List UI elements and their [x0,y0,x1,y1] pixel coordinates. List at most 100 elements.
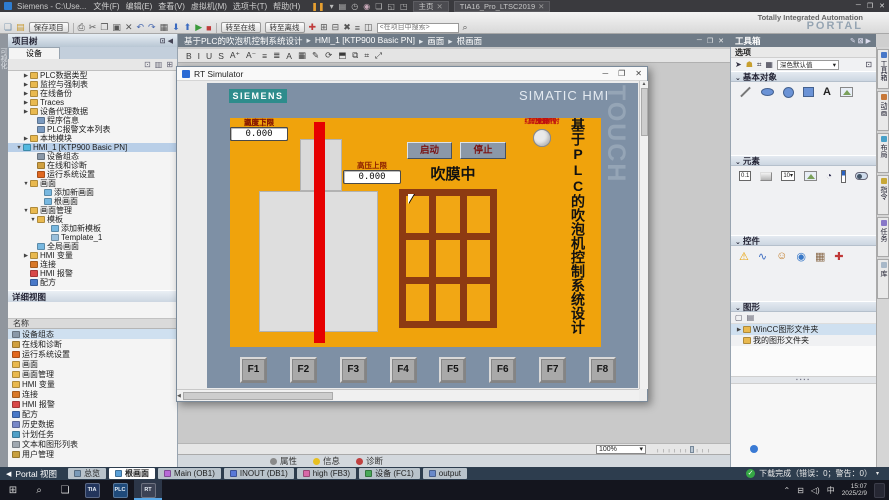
tree-item[interactable]: ▼ 画面管理 [8,206,177,215]
fit-view-icon[interactable] [750,445,758,453]
open-editor-tab[interactable]: INOUT (DB1) [224,468,294,479]
io-field-icon[interactable]: 0.1 [739,171,751,181]
rotate-icon[interactable]: ⟳ [325,50,332,61]
chevron-down-icon[interactable]: ▾ [876,470,879,477]
horizontal-scrollbar[interactable]: ◀ [177,389,639,401]
new-project-icon[interactable]: ❏ [4,22,12,33]
task-view-icon[interactable]: ❏ [52,485,78,496]
io-field-value[interactable]: 0.000 [230,127,288,141]
vm-tab[interactable]: TIA16_Pro_LTSC2019✕ [454,1,551,12]
plcsim-app[interactable]: PLC [106,480,134,500]
line-icon[interactable] [740,87,751,98]
expander-icon[interactable]: ▶ [735,327,743,333]
tree-item[interactable]: 根画面 [8,197,177,206]
tree-item[interactable]: 添加新模板 [8,224,177,233]
section-elements[interactable]: 元素 [731,155,876,166]
detail-row[interactable]: HMI 报警 [8,399,177,409]
breadcrumb-item[interactable]: 根画面 [444,35,482,47]
task-card-tab[interactable]: 任务 [877,217,889,257]
printer-icon[interactable]: ▤ [339,2,347,11]
window-split-icon[interactable]: ⊞ [320,22,328,33]
stop-icon[interactable]: ■ [206,23,211,33]
zoom-select[interactable]: 100%▾ [596,445,646,454]
function-key[interactable]: F3 [340,357,367,383]
go-offline-button[interactable]: 转至离线 [265,22,305,33]
delete-icon[interactable]: ✕ [125,22,133,33]
inspector-tab[interactable]: 信息 [313,455,340,467]
tree-item[interactable]: 添加新画面 [8,188,177,197]
circle-icon[interactable] [783,87,794,98]
align-icon[interactable]: ≡ [262,51,267,61]
inspector-tab[interactable]: 属性 [270,455,297,467]
expander-icon[interactable]: ▶ [22,109,30,115]
expander-icon[interactable]: ▶ [22,136,30,142]
tree-item[interactable]: ▶ HMI 变量 [8,251,177,260]
section-controls[interactable]: 控件 [731,235,876,246]
undo-icon[interactable]: ↶ [136,22,144,33]
html-browser-icon[interactable]: ◉ [796,250,806,263]
rt-simulator-titlebar[interactable]: RT Simulator ─ ❐ ✕ [177,67,647,81]
open-editor-tab[interactable]: Main (OB1) [158,468,221,479]
ellipse-icon[interactable] [761,88,774,96]
detail-row[interactable]: 用户管理 [8,449,177,459]
symbolic-io-icon[interactable]: 10▾ [781,171,795,181]
list-icon[interactable]: ≡ [355,23,360,33]
open-editor-tab[interactable]: high (FB3) [297,468,356,479]
style-mode-select[interactable]: 深色默认值▾ [777,60,839,70]
find-icon[interactable]: ⌕ [463,22,468,33]
expander-icon[interactable]: ▼ [22,181,30,187]
zoom-slider-knob[interactable] [690,446,694,453]
io-field-value[interactable]: 0.000 [343,170,401,184]
taskbar-clock[interactable]: 15:07 2025/2/9 [842,483,867,498]
close-icon[interactable]: ✕ [635,69,642,78]
print-icon[interactable]: ⎙ [78,22,85,33]
detail-row[interactable]: 运行系统设置 [8,349,177,359]
expander-icon[interactable]: ▶ [22,82,30,88]
download-icon[interactable]: ⬇ [172,22,180,33]
close-icon[interactable]: ✕ [879,2,885,10]
close-icon[interactable]: ✕ [437,2,443,11]
detail-row[interactable]: 画面管理 [8,369,177,379]
ime-indicator[interactable]: 中 [827,485,835,496]
detail-row[interactable]: 文本和图形列表 [8,439,177,449]
expander-icon[interactable]: ▼ [22,208,30,214]
copy-icon[interactable]: ❐ [100,22,108,33]
tree-item[interactable]: ▶ 在线备份 [8,89,177,98]
switch-icon[interactable] [855,172,868,180]
detail-row[interactable]: 在线和诊断 [8,339,177,349]
function-key[interactable]: F2 [290,357,317,383]
section-basic-objects[interactable]: 基本对象 [731,71,876,82]
open-project-icon[interactable]: ▤ [16,22,25,33]
font-size-up-icon[interactable]: A⁺ [230,50,240,61]
columns-icon[interactable]: ▥ [155,60,163,69]
grid-icon[interactable]: ▦ [765,60,773,69]
function-key[interactable]: F8 [589,357,616,383]
font-color-icon[interactable]: A [286,51,292,61]
tree-item[interactable]: Template_1 [8,233,177,242]
open-editor-tab[interactable]: 总览 [68,468,106,479]
fullscreen-icon[interactable]: ◱ [387,2,395,11]
menu-item[interactable]: 编辑(E) [124,1,155,12]
minimize-icon[interactable]: ─ [602,69,608,78]
detail-view-header[interactable]: 详细视图 [8,290,177,302]
stop-button[interactable]: 停止 [460,142,506,159]
graphic-view-icon[interactable] [840,87,853,97]
window-icon[interactable]: ⊟ [332,22,340,33]
open-editor-tab[interactable]: 根画面 [109,468,155,479]
expander-icon[interactable]: ▶ [22,73,30,79]
detail-row[interactable]: 历史数据 [8,419,177,429]
dropdown-icon[interactable]: ▾ [330,2,334,11]
large-icons-icon[interactable]: ▢ [735,313,743,322]
task-card-tab[interactable]: 指令 [877,175,889,215]
maximize-panel-icon[interactable]: ⊡ [865,60,872,69]
tree-item[interactable]: ▶ PLC数据类型 [8,71,177,80]
vertical-scrollbar[interactable]: ▲ [639,81,648,389]
tree-item[interactable]: ▶ 本地模块 [8,134,177,143]
open-editor-tab[interactable]: 设备 (FC1) [359,468,420,479]
expander-icon[interactable]: ▶ [22,91,30,97]
tree-item[interactable]: 全局画面 [8,242,177,251]
unity-icon[interactable]: ◳ [400,2,408,11]
expander-icon[interactable]: ▶ [22,100,30,106]
detail-row[interactable]: 连接 [8,389,177,399]
minimize-editor-icon[interactable]: ─ [697,37,702,45]
